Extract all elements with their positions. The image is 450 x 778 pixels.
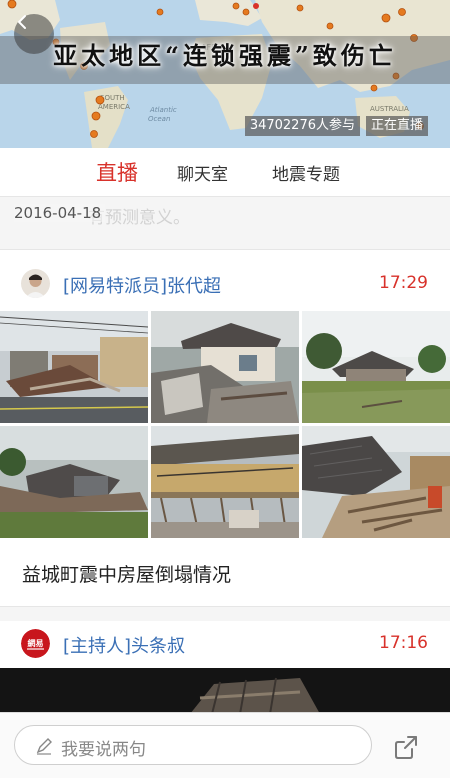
tab-chatroom[interactable]: 聊天室	[177, 148, 228, 196]
avatar[interactable]	[21, 269, 50, 298]
netease-logo-text: 網易	[28, 638, 44, 648]
post-caption: 益城町震中房屋倒塌情况	[22, 564, 232, 586]
map-label-australia: AUSTRALIA	[370, 105, 409, 113]
photo-collapsed-house-1[interactable]	[0, 311, 148, 423]
comment-placeholder: 我要说两句	[61, 740, 146, 760]
tab-bar: 直播 聊天室 地震专题	[0, 148, 450, 197]
post-video[interactable]	[0, 668, 450, 714]
map-label-america: AMERICA	[98, 103, 130, 111]
photo-collapsed-house-4[interactable]	[0, 426, 148, 538]
post-time: 17:16	[379, 633, 428, 653]
post-divider	[0, 606, 450, 622]
author-name[interactable]: [主持人]头条叔	[63, 632, 185, 658]
post-header: [网易特派员]张代超 17:29	[0, 261, 450, 307]
avatar[interactable]: 網易	[21, 629, 50, 658]
post-header: 網易 [主持人]头条叔 17:16	[0, 621, 450, 667]
hero-stats: 34702276人参与 正在直播	[244, 116, 428, 136]
tab-earthquake-topic[interactable]: 地震专题	[272, 148, 340, 196]
tab-live[interactable]: 直播	[96, 148, 138, 196]
author-name[interactable]: [网易特派员]张代超	[63, 272, 221, 298]
section-gap	[0, 233, 450, 250]
photo-collapsed-house-2[interactable]	[151, 311, 299, 423]
live-status-badge: 正在直播	[365, 116, 428, 136]
photo-collapsed-house-6[interactable]	[302, 426, 450, 538]
date-label: 2016-04-18	[14, 204, 106, 222]
bottom-bar: 我要说两句	[0, 712, 450, 778]
chevron-left-icon	[18, 15, 26, 29]
date-row: 有预测意义。 2016-04-18	[0, 197, 450, 233]
photo-collapsed-house-3[interactable]	[302, 311, 450, 423]
map-label-ocean: Ocean	[148, 115, 170, 123]
share-icon[interactable]	[392, 733, 420, 761]
participants-count: 34702276人参与	[244, 116, 360, 136]
pen-icon	[36, 738, 52, 755]
post-time: 17:29	[379, 273, 428, 293]
comment-input[interactable]: 我要说两句	[14, 725, 372, 765]
photo-collapsed-house-5[interactable]	[151, 426, 299, 538]
map-label-atlantic: Atlantic	[149, 106, 177, 114]
hero-banner: AFRICA SOUTH AMERICA Atlantic Ocean AUST…	[0, 0, 450, 148]
photo-grid	[0, 311, 450, 539]
hero-title: 亚太地区“连锁强震”致伤亡	[53, 41, 397, 70]
